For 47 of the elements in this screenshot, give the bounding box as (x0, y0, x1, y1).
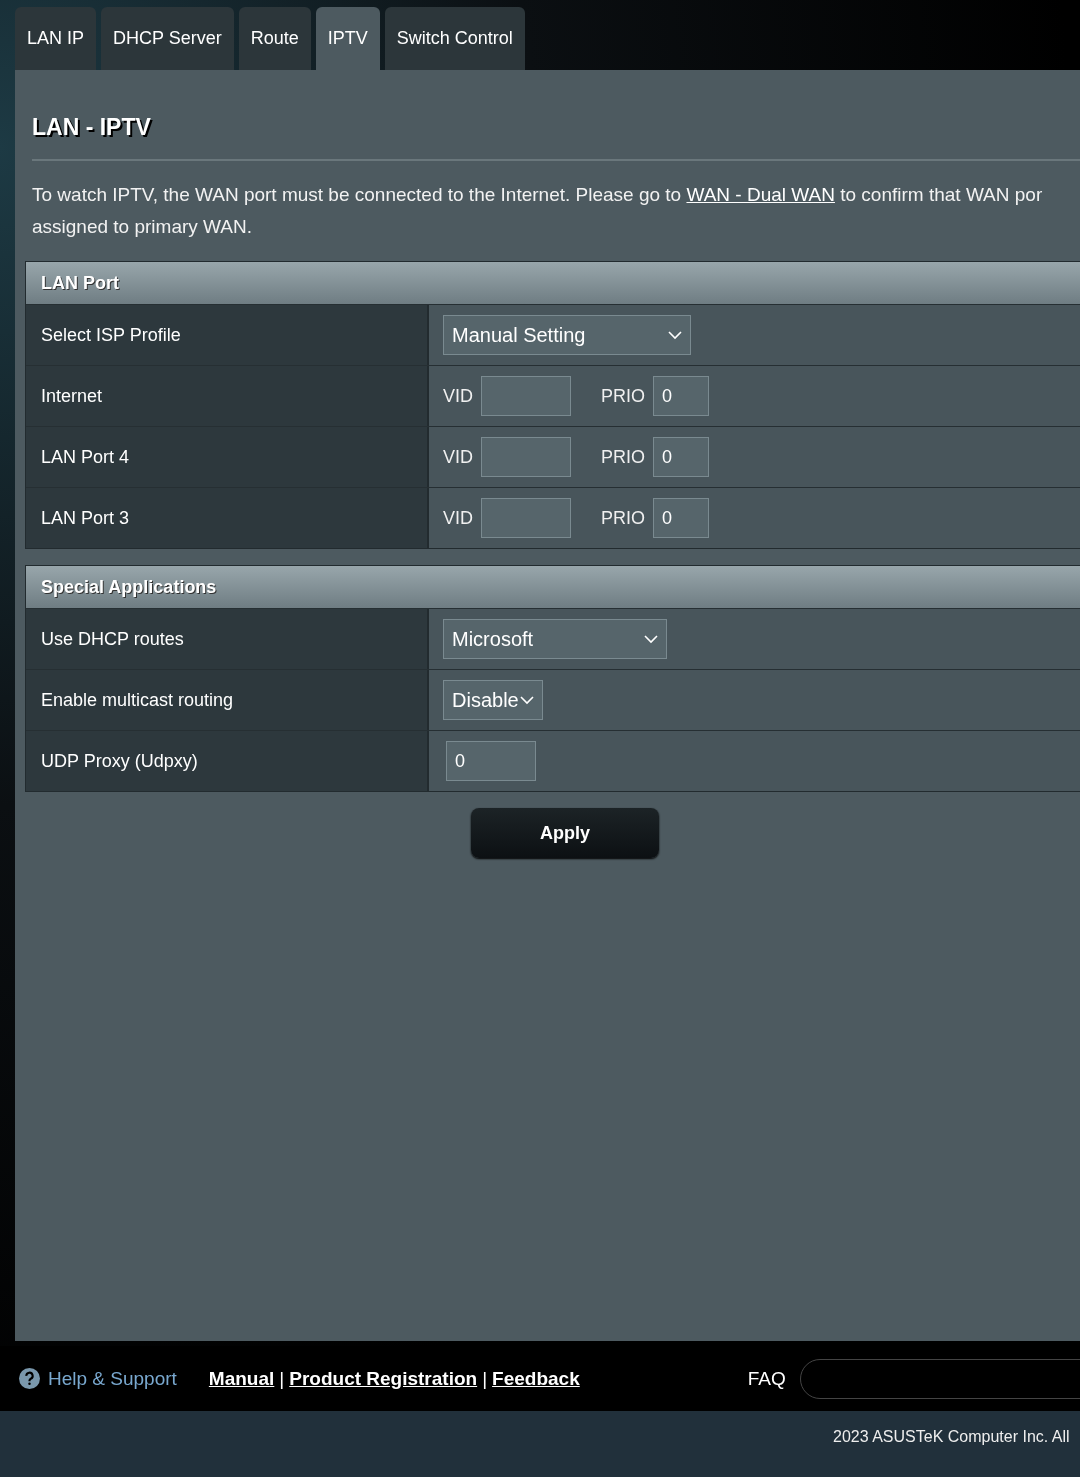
tab[interactable]: LAN IP (15, 7, 97, 70)
dual-wan-link[interactable]: WAN - Dual WAN (686, 184, 835, 205)
row-label-cell: UDP Proxy (Udpxy) (26, 731, 429, 791)
dropdown[interactable]: Disable (443, 680, 543, 720)
vid-input-field[interactable] (481, 376, 571, 416)
tab[interactable]: IPTV (315, 7, 380, 70)
faq-label: FAQ (747, 1367, 786, 1390)
dropdown[interactable]: Microsoft (443, 619, 667, 659)
notice-text: To watch IPTV, the WAN port must be connected to the Internet. Please go to WAN - Dual WAN to confirm that WAN por assigned to primary WAN. (32, 183, 1044, 239)
prio-label: PRIO (601, 446, 646, 468)
chevron-down-icon (668, 330, 682, 340)
prio-label: PRIO (601, 385, 646, 407)
help-support-label: Help & Support (48, 1367, 177, 1390)
udpxy-input-field[interactable]: 0 (446, 741, 536, 781)
row-label-cell: Use DHCP routes (26, 609, 429, 669)
prio-input-field[interactable]: 0 (653, 376, 710, 416)
vid-label: VID (443, 507, 473, 529)
prio-input-field[interactable]: 0 (653, 498, 710, 538)
prio-label: PRIO (601, 507, 646, 529)
row-label-cell: LAN Port 3 (26, 488, 429, 548)
footer-link[interactable]: Feedback (492, 1367, 580, 1390)
tab[interactable]: Route (238, 7, 311, 70)
vid-label: VID (443, 385, 473, 407)
section-header: Special Applications (26, 566, 1080, 608)
tab[interactable]: Switch Control (384, 7, 525, 70)
chevron-down-icon (644, 634, 658, 644)
footer-link[interactable]: Product Registration (289, 1367, 478, 1390)
page-title: LAN - IPTV (32, 114, 152, 141)
prio-input-field[interactable]: 0 (653, 437, 710, 477)
tab[interactable]: DHCP Server (101, 7, 234, 70)
vid-label: VID (443, 446, 473, 468)
link-separator: | (279, 1367, 285, 1390)
row-label-cell: Select ISP Profile (26, 305, 429, 365)
footer-link[interactable]: Manual (208, 1367, 275, 1390)
dropdown[interactable]: Manual Setting (443, 315, 691, 355)
apply-button[interactable]: Apply (471, 808, 659, 858)
link-separator: | (482, 1367, 488, 1390)
copyright-text: 2023 ASUSTeK Computer Inc. All (833, 1428, 1070, 1445)
help-icon[interactable] (19, 1368, 40, 1389)
row-label-cell: Enable multicast routing (26, 670, 429, 730)
row-label-cell: Internet (26, 366, 429, 426)
section-header: LAN Port (26, 262, 1080, 304)
chevron-down-icon (520, 695, 534, 705)
faq-search-field[interactable] (799, 1358, 1080, 1399)
vid-input-field[interactable] (481, 437, 571, 477)
row-label-cell: LAN Port 4 (26, 427, 429, 487)
vid-input-field[interactable] (481, 498, 571, 538)
